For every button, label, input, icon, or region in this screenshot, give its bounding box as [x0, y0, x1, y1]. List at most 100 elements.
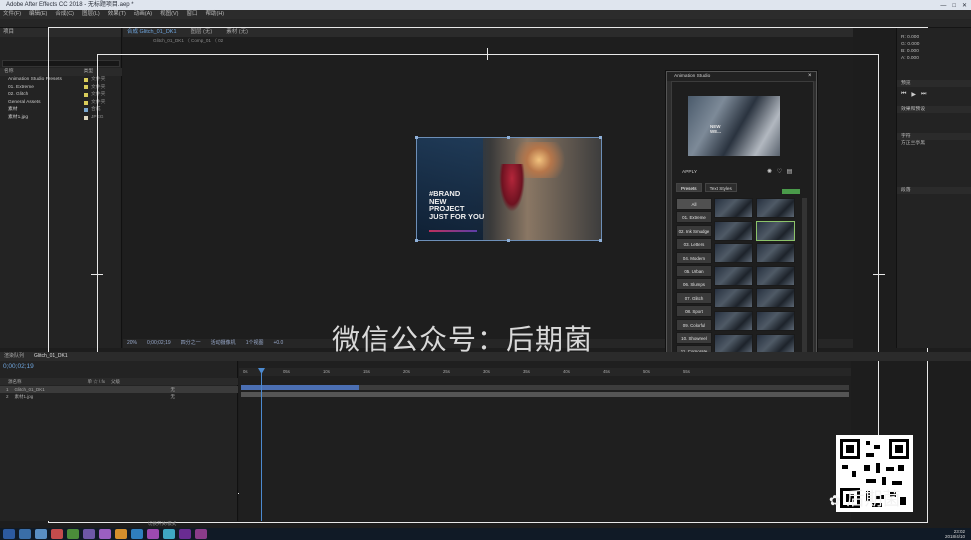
transform-handle[interactable]	[507, 136, 510, 139]
preset-thumbnail[interactable]	[714, 198, 753, 218]
layer-bar-2[interactable]	[241, 392, 849, 397]
taskbar-app-icon[interactable]	[163, 529, 175, 539]
start-icon[interactable]	[3, 529, 15, 539]
menu-window[interactable]: 窗口	[186, 10, 197, 19]
preset-thumbnail[interactable]	[756, 288, 795, 309]
trash-icon[interactable]: ▤	[786, 169, 793, 176]
transform-handle[interactable]	[415, 239, 418, 242]
last-frame-icon[interactable]: ⏭	[921, 91, 926, 98]
layer-row[interactable]: 2 素材1.jpg 无	[0, 393, 238, 400]
col-source-name[interactable]: 源名称	[8, 378, 22, 385]
preset-thumbnail[interactable]	[714, 265, 753, 286]
transform-handle[interactable]	[599, 239, 602, 242]
composition-frame[interactable]: #BRAND NEW PROJECT JUST FOR YOU	[416, 137, 602, 241]
layer-parent[interactable]: 无	[171, 393, 176, 400]
col-name[interactable]: 名称	[4, 68, 14, 76]
preset-thumbnail[interactable]	[756, 265, 795, 286]
taskbar-app-icon[interactable]	[147, 529, 159, 539]
preset-thumbnail[interactable]	[714, 310, 753, 331]
menu-edit[interactable]: 编辑(E)	[29, 10, 47, 19]
preset-thumbnail[interactable]	[714, 333, 753, 354]
views-select[interactable]: 1个视图	[246, 339, 264, 348]
taskbar-app-icon[interactable]	[99, 529, 111, 539]
taskbar-app-icon[interactable]	[179, 529, 191, 539]
taskbar-app-icon[interactable]	[51, 529, 63, 539]
tab-render-queue[interactable]: 渲染队列	[4, 352, 24, 361]
taskbar-app-icon[interactable]	[35, 529, 47, 539]
menu-effect[interactable]: 效果(T)	[108, 10, 126, 19]
preset-thumbnail[interactable]	[756, 333, 795, 354]
taskbar-app-icon[interactable]	[195, 529, 207, 539]
col-switches[interactable]: 单 ☆ \ fx	[88, 378, 106, 385]
transform-handle[interactable]	[507, 239, 510, 242]
layer-name[interactable]: Glitch_01_DK1	[15, 386, 105, 393]
play-icon[interactable]: ▶	[911, 91, 916, 98]
taskbar-app-icon[interactable]	[83, 529, 95, 539]
category-item[interactable]: 10. Showreel	[676, 331, 712, 344]
preset-thumbnail[interactable]	[756, 310, 795, 331]
taskbar-app-icon[interactable]	[67, 529, 79, 539]
toggle-switches-modes[interactable]: 切换开关/模式	[148, 521, 176, 527]
playhead[interactable]	[261, 368, 262, 521]
category-item[interactable]: 08. Sport	[676, 305, 712, 318]
tab-effects-presets[interactable]: 效果和预设	[897, 106, 971, 113]
category-item[interactable]: 04. Modern	[676, 251, 712, 264]
transform-handle[interactable]	[599, 136, 602, 139]
category-item[interactable]: 07. Glitch	[676, 291, 712, 304]
layer-name[interactable]: 素材1.jpg	[15, 393, 105, 400]
camera-select[interactable]: 活动摄像机	[211, 339, 236, 348]
time-ruler[interactable]: 0s 05s 10s 15s 20s 25s 30s 35s 40s 45s 50s 55s	[239, 368, 851, 376]
ruler-tick-label: 25s	[443, 369, 450, 374]
exposure-value[interactable]: +0.0	[273, 339, 283, 348]
preset-thumbnail[interactable]	[756, 243, 795, 264]
taskbar-app-icon[interactable]	[115, 529, 127, 539]
tab-text-styles[interactable]: Text Styles	[704, 183, 737, 192]
font-select[interactable]: 方正兰亭黑	[897, 140, 971, 147]
preset-thumbnail[interactable]	[714, 288, 753, 309]
category-item[interactable]: 03. Letters	[676, 238, 712, 251]
apply-button[interactable]: APPLY	[676, 170, 697, 175]
col-parent[interactable]: 父级	[111, 378, 120, 385]
zoom-select[interactable]: 20%	[127, 339, 137, 348]
preset-thumbnail[interactable]	[714, 243, 753, 264]
category-item[interactable]: 09. Colorful	[676, 318, 712, 331]
category-item[interactable]: 02. Ink Smudge	[676, 224, 712, 237]
category-item[interactable]: 01. Extreme	[676, 211, 712, 224]
window-title: Adobe After Effects CC 2018 - 无标题项目.aep …	[6, 2, 134, 8]
menu-view[interactable]: 视图(V)	[160, 10, 178, 19]
taskbar-app-icon[interactable]	[131, 529, 143, 539]
preset-thumbnail[interactable]	[756, 198, 795, 218]
taskbar-app-icon[interactable]	[19, 529, 31, 539]
menu-layer[interactable]: 图层(L)	[82, 10, 100, 19]
current-time[interactable]: 0;00;02;19	[147, 339, 171, 348]
menu-help[interactable]: 帮助(H)	[205, 10, 224, 19]
layer-row[interactable]: 1 Glitch_01_DK1 无	[0, 386, 238, 393]
ruler-tick-label: 40s	[563, 369, 570, 374]
category-item[interactable]: 05. Urban	[676, 264, 712, 277]
resolution-select[interactable]: 四分之一	[181, 339, 201, 348]
menu-file[interactable]: 文件(F)	[3, 10, 21, 19]
system-clock[interactable]: 23:02 2018/4/10	[945, 529, 965, 539]
taskbar	[0, 528, 971, 540]
preset-thumbnail[interactable]	[714, 220, 753, 241]
layer-bar-1[interactable]	[241, 385, 359, 390]
ruler-tick-label: 15s	[363, 369, 370, 374]
ruler-tick-label: 30s	[483, 369, 490, 374]
preset-thumbnail[interactable]	[756, 220, 795, 241]
menu-composition[interactable]: 合成(C)	[55, 10, 74, 19]
tab-preview[interactable]: 预览	[897, 80, 971, 87]
category-item[interactable]: All	[676, 198, 712, 210]
settings-icon[interactable]: ✺	[766, 169, 773, 176]
tab-character[interactable]: 字符	[897, 133, 971, 140]
layer-parent[interactable]: 无	[171, 386, 176, 393]
tab-presets[interactable]: Presets	[676, 183, 702, 192]
favorite-icon[interactable]: ♡	[776, 169, 783, 176]
tab-paragraph[interactable]: 段落	[897, 187, 971, 194]
transform-handle[interactable]	[415, 136, 418, 139]
close-icon[interactable]: ×	[808, 73, 814, 79]
first-frame-icon[interactable]: ⏮	[901, 91, 906, 98]
tab-timeline[interactable]: Glitch_01_DK1	[34, 352, 68, 361]
category-item[interactable]: 06. Slumps	[676, 278, 712, 291]
menu-animation[interactable]: 动画(A)	[134, 10, 152, 19]
timeline-timecode[interactable]: 0;00;02;19	[3, 363, 34, 370]
